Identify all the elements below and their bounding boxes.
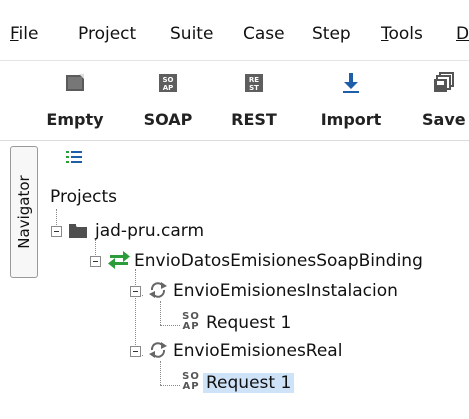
operation-cycle-icon <box>149 282 167 298</box>
navigator-panel: Projects jad-pru.carm EnvioDatosEmisione… <box>46 141 469 419</box>
toolbar: Empty SO AP SOAP RE ST REST Import Save <box>0 62 469 140</box>
menu-step[interactable]: Step <box>312 24 351 44</box>
tree-toggle-icon[interactable] <box>66 150 82 164</box>
navigator-tab-label: Navigator <box>15 175 33 249</box>
operation-expander[interactable] <box>130 346 141 357</box>
interface-swap-icon <box>108 251 130 269</box>
menu-file-label: ile <box>18 24 39 44</box>
operation-expander[interactable] <box>130 286 141 297</box>
menu-tools[interactable]: Tools <box>381 24 423 44</box>
tree-line <box>160 301 161 325</box>
soap-label: SOAP <box>143 110 193 129</box>
project-name[interactable]: jad-pru.carm <box>95 221 204 241</box>
menu-bar: File Project Suite Case Step Tools D <box>0 0 469 62</box>
menu-suite[interactable]: Suite <box>170 24 213 44</box>
menu-project[interactable]: Project <box>78 24 136 44</box>
tree-line <box>135 269 136 355</box>
tree-line <box>160 325 180 326</box>
projects-root-label[interactable]: Projects <box>50 187 117 207</box>
rest-glyph-bottom: ST <box>249 84 259 92</box>
request-name-selected[interactable]: Request 1 <box>203 373 295 393</box>
save-all-button[interactable]: Save <box>410 62 469 140</box>
import-button[interactable]: Import <box>306 62 396 140</box>
menu-tools-mnemonic: T <box>381 24 389 44</box>
soap-request-glyph-bottom: AP <box>182 381 200 392</box>
interface-expander[interactable] <box>90 256 101 267</box>
save-all-icon <box>434 72 454 92</box>
rest-button[interactable]: RE ST REST <box>214 62 294 140</box>
soap-glyph-top: SO <box>163 76 174 84</box>
soap-glyph-bottom: AP <box>163 84 174 92</box>
menu-truncated-label: D <box>456 24 469 44</box>
operation-name[interactable]: EnvioEmisionesReal <box>173 341 342 361</box>
menu-case[interactable]: Case <box>243 24 285 44</box>
menu-file-mnemonic: F <box>10 24 19 44</box>
empty-project-icon <box>66 74 84 91</box>
interface-name[interactable]: EnvioDatosEmisionesSoapBinding <box>134 251 423 271</box>
menu-file[interactable]: File <box>10 24 38 44</box>
soap-project-icon: SO AP <box>159 74 177 92</box>
operation-name[interactable]: EnvioEmisionesInstalacion <box>173 281 398 301</box>
soap-request-glyph-bottom: AP <box>182 321 200 332</box>
folder-icon <box>69 224 87 238</box>
soap-request-icon: SO AP <box>182 312 200 332</box>
import-label: Import <box>320 110 382 129</box>
request-name[interactable]: Request 1 <box>206 313 291 333</box>
empty-label: Empty <box>46 110 104 129</box>
operation-cycle-icon <box>149 342 167 358</box>
project-expander[interactable] <box>51 226 62 237</box>
save-label: Save <box>422 110 466 129</box>
import-icon <box>343 73 359 93</box>
soap-request-icon: SO AP <box>182 372 200 392</box>
menu-divider <box>0 60 469 61</box>
rest-project-icon: RE ST <box>245 74 263 92</box>
navigator-side-tab[interactable]: Navigator <box>10 146 38 278</box>
tree-line <box>160 361 161 385</box>
soap-button[interactable]: SO AP SOAP <box>128 62 208 140</box>
menu-tools-label: ools <box>388 24 423 44</box>
rest-glyph-top: RE <box>249 76 259 84</box>
rest-label: REST <box>231 110 277 129</box>
menu-truncated[interactable]: D <box>456 24 469 44</box>
empty-button[interactable]: Empty <box>30 62 120 140</box>
tree-line <box>160 385 180 386</box>
